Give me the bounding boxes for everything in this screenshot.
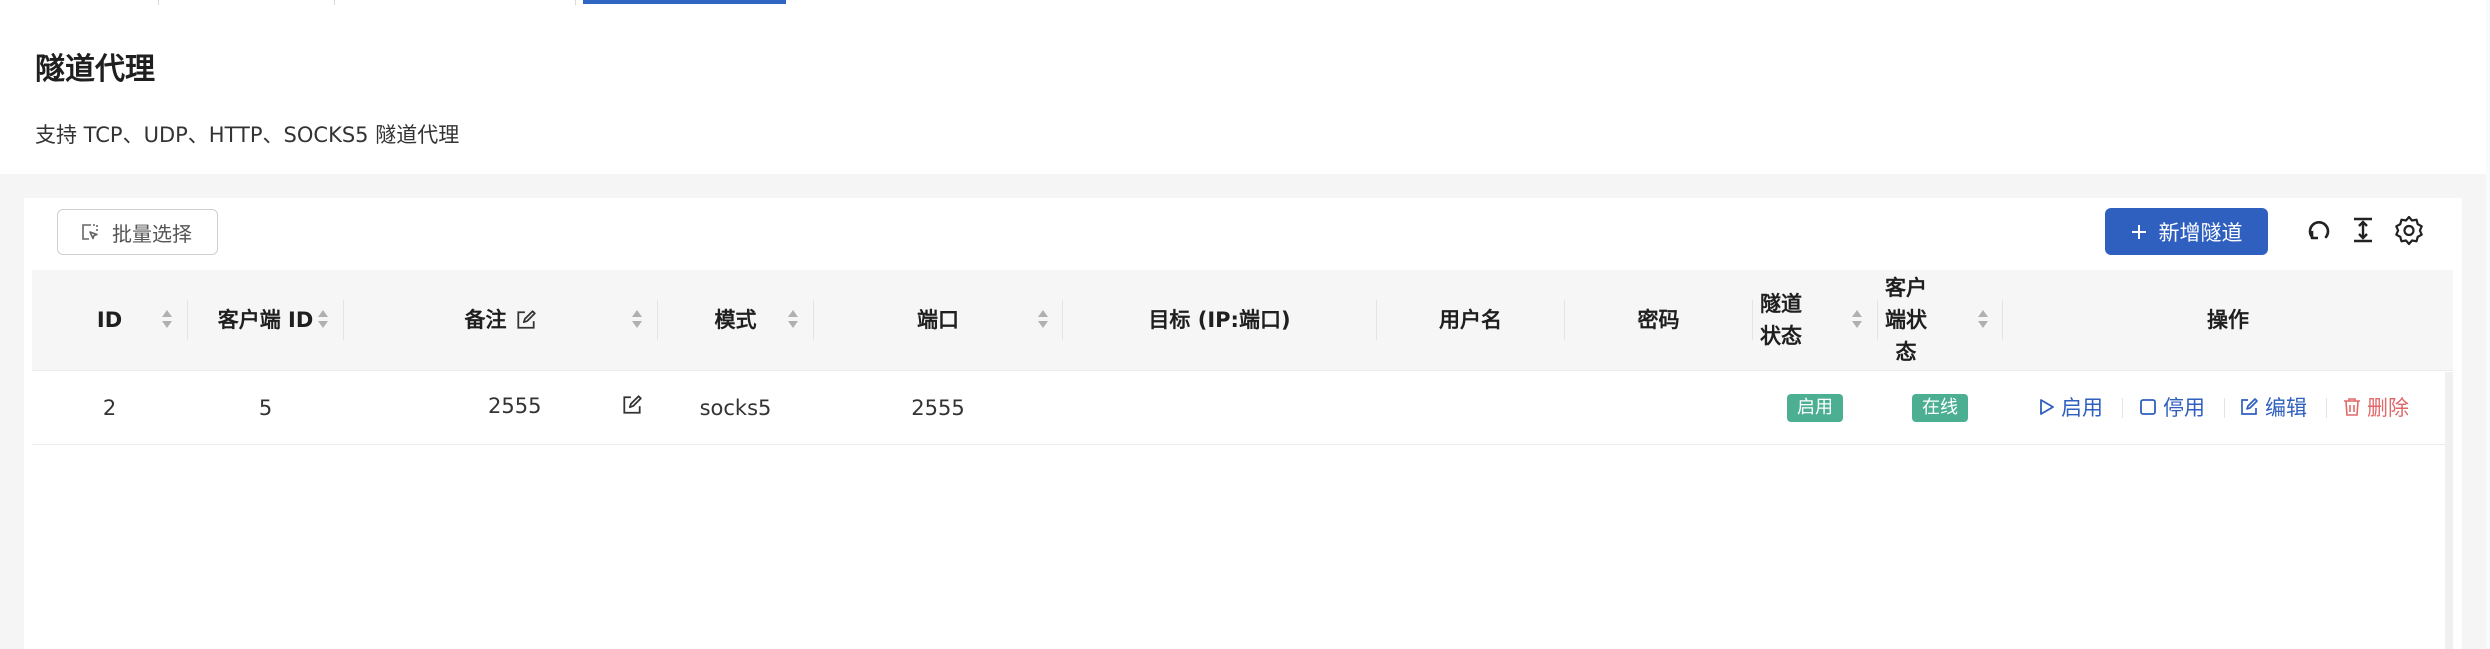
action-divider	[2224, 398, 2225, 418]
col-actions: 操作	[2207, 308, 2249, 332]
start-label: 启用	[2061, 396, 2103, 420]
batch-select-label: 批量选择	[112, 223, 192, 246]
table-header: ID 客户端 ID 备注 模式 端口 目标 (IP:端口) 用户名 密码 隧道状…	[32, 270, 2453, 371]
col-remark-label: 备注	[464, 308, 507, 332]
reload-icon[interactable]	[2303, 214, 2335, 246]
tab-divider	[575, 0, 576, 5]
col-remark[interactable]: 备注	[344, 270, 657, 370]
batch-select-button[interactable]: 批量选择	[57, 209, 218, 255]
sort-icon[interactable]	[161, 308, 173, 330]
sort-icon[interactable]	[317, 308, 329, 330]
stop-icon	[2140, 399, 2156, 415]
edit-icon	[2241, 398, 2258, 415]
col-target: 目标 (IP:端口)	[1148, 308, 1291, 332]
plus-icon	[2131, 224, 2146, 239]
right-edge	[2486, 0, 2490, 649]
cell-client-id: 5	[258, 396, 273, 420]
action-divider	[2122, 398, 2123, 418]
stop-button[interactable]: 停用	[2139, 392, 2205, 422]
col-client-status-label: 客户端状态	[1885, 276, 1927, 364]
column-height-icon[interactable]	[2347, 214, 2379, 246]
status-badge: 在线	[1912, 394, 1968, 422]
vertical-scrollbar[interactable]	[2445, 372, 2453, 649]
cell-target	[1063, 372, 1376, 444]
delete-button[interactable]: 删除	[2343, 392, 2409, 422]
page-title: 隧道代理	[35, 52, 155, 87]
setting-icon[interactable]	[2393, 214, 2425, 246]
edit-button[interactable]: 编辑	[2239, 392, 2307, 422]
edit-icon	[516, 310, 536, 329]
sort-icon[interactable]	[1851, 308, 1863, 330]
col-port[interactable]: 端口	[814, 270, 1062, 370]
page-header: 隧道代理 支持 TCP、UDP、HTTP、SOCKS5 隧道代理	[0, 6, 2486, 174]
tab-divider	[334, 0, 335, 5]
delete-label: 删除	[2367, 396, 2409, 420]
cell-port: 2555	[911, 396, 965, 420]
status-badge: 启用	[1787, 394, 1843, 422]
active-tab-indicator[interactable]	[583, 0, 786, 4]
play-icon	[2040, 399, 2054, 415]
cell-client-status: 在线	[1878, 372, 2002, 444]
sort-icon[interactable]	[1037, 308, 1049, 330]
col-password: 密码	[1637, 308, 1680, 332]
cell-username	[1377, 372, 1564, 444]
cell-id: 2	[102, 396, 117, 420]
stop-label: 停用	[2163, 396, 2205, 420]
page-description: 支持 TCP、UDP、HTTP、SOCKS5 隧道代理	[35, 123, 460, 147]
tab-divider	[158, 0, 159, 5]
col-username: 用户名	[1439, 308, 1502, 332]
add-tunnel-button[interactable]: 新增隧道	[2105, 208, 2268, 255]
edit-label: 编辑	[2265, 396, 2307, 420]
select-icon	[82, 224, 98, 240]
cell-password	[1565, 372, 1752, 444]
cell-mode: socks5	[699, 396, 772, 420]
action-divider	[2326, 398, 2327, 418]
cell-tunnel-status: 启用	[1753, 372, 1877, 444]
sort-icon[interactable]	[631, 308, 643, 330]
trash-icon	[2344, 398, 2360, 416]
cell-remark-value: 2555	[488, 394, 542, 418]
edit-icon[interactable]	[621, 394, 643, 416]
sort-icon[interactable]	[787, 308, 799, 330]
start-button[interactable]: 启用	[2039, 392, 2103, 422]
col-client-status[interactable]: 客户端状态	[1878, 270, 1968, 370]
sort-icon[interactable]	[1977, 308, 1989, 330]
col-tunnel-status-label: 隧道状态	[1760, 292, 1802, 348]
col-tunnel-status[interactable]: 隧道状态	[1753, 270, 1843, 370]
cell-remark: 2555	[344, 372, 657, 444]
add-tunnel-label: 新增隧道	[2158, 221, 2243, 245]
